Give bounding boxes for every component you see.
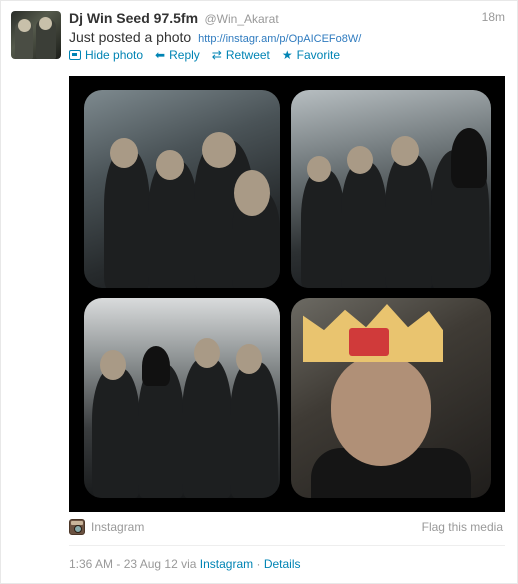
retweet-label: Retweet — [225, 48, 270, 62]
photo-head — [100, 350, 126, 380]
favorite-label: Favorite — [296, 48, 341, 62]
media-source-label: Instagram — [91, 520, 145, 534]
reply-label: Reply — [169, 48, 200, 62]
flag-media-link[interactable]: Flag this media — [422, 520, 503, 534]
media-photo[interactable] — [69, 76, 505, 512]
photo-head — [307, 156, 331, 182]
photo-head — [234, 170, 270, 216]
tweet-card: Dj Win Seed 97.5fm @Win_Akarat 18m Just … — [0, 0, 518, 584]
retweet-button[interactable]: ⇄ Retweet — [212, 48, 270, 62]
meta-separator: · — [256, 557, 261, 571]
avatar[interactable] — [11, 11, 61, 59]
tweet-text: Just posted a photo http://instagr.am/p/… — [69, 29, 361, 45]
star-icon: ★ — [281, 48, 293, 62]
hide-photo-label: Hide photo — [85, 48, 144, 62]
photo-head — [156, 150, 184, 180]
hide-photo-button[interactable]: Hide photo — [69, 48, 143, 62]
avatar-person-right — [36, 17, 56, 59]
tweet-link[interactable]: http://instagr.am/p/OpAICEFo8W/ — [198, 33, 361, 45]
via-app-link[interactable]: Instagram — [200, 557, 253, 571]
photo-tile-top-left — [84, 90, 280, 288]
photo-figure — [301, 170, 345, 288]
photo-head — [110, 138, 138, 168]
photo-head — [194, 338, 220, 368]
details-link[interactable]: Details — [264, 557, 301, 571]
divider — [69, 545, 505, 546]
photo-head — [202, 132, 236, 168]
crown-badge — [349, 328, 389, 356]
photo-head — [347, 146, 373, 174]
photo-head — [391, 136, 419, 166]
reply-arrow-icon: ⬅ — [155, 48, 166, 62]
user-fullname[interactable]: Dj Win Seed 97.5fm — [69, 10, 198, 26]
photo-tile-bottom-right — [291, 298, 491, 498]
instagram-icon — [69, 519, 85, 535]
photo-tile-bottom-left — [84, 298, 280, 498]
reply-button[interactable]: ⬅ Reply — [155, 48, 200, 62]
tweet-meta: 1:36 AM - 23 Aug 12 via Instagram · Deta… — [69, 557, 301, 571]
avatar-person-left — [15, 19, 33, 59]
favorite-button[interactable]: ★ Favorite — [282, 48, 340, 62]
photo-hair — [451, 128, 487, 188]
tweet-timestamp[interactable]: 1:36 AM - 23 Aug 12 via — [69, 557, 196, 571]
photo-icon — [69, 50, 81, 60]
tweet-header: Dj Win Seed 97.5fm @Win_Akarat 18m — [69, 10, 509, 30]
photo-figure — [92, 368, 140, 498]
tweet-text-body: Just posted a photo — [69, 29, 192, 45]
photo-figure — [341, 162, 387, 288]
media-source[interactable]: Instagram — [69, 519, 144, 535]
tweet-time[interactable]: 18m — [482, 10, 505, 24]
photo-hair — [142, 346, 170, 386]
photo-tile-top-right — [291, 90, 491, 288]
photo-face — [331, 356, 431, 466]
photo-figure — [385, 154, 433, 288]
retweet-icon: ⇄ — [211, 48, 222, 62]
tweet-actions: Hide photo ⬅ Reply ⇄ Retweet ★ Favorite — [69, 48, 340, 62]
photo-figure — [104, 150, 150, 288]
user-screen-name[interactable]: @Win_Akarat — [204, 12, 278, 26]
photo-head — [236, 344, 262, 374]
photo-figure — [230, 362, 278, 498]
photo-figure — [182, 358, 232, 498]
